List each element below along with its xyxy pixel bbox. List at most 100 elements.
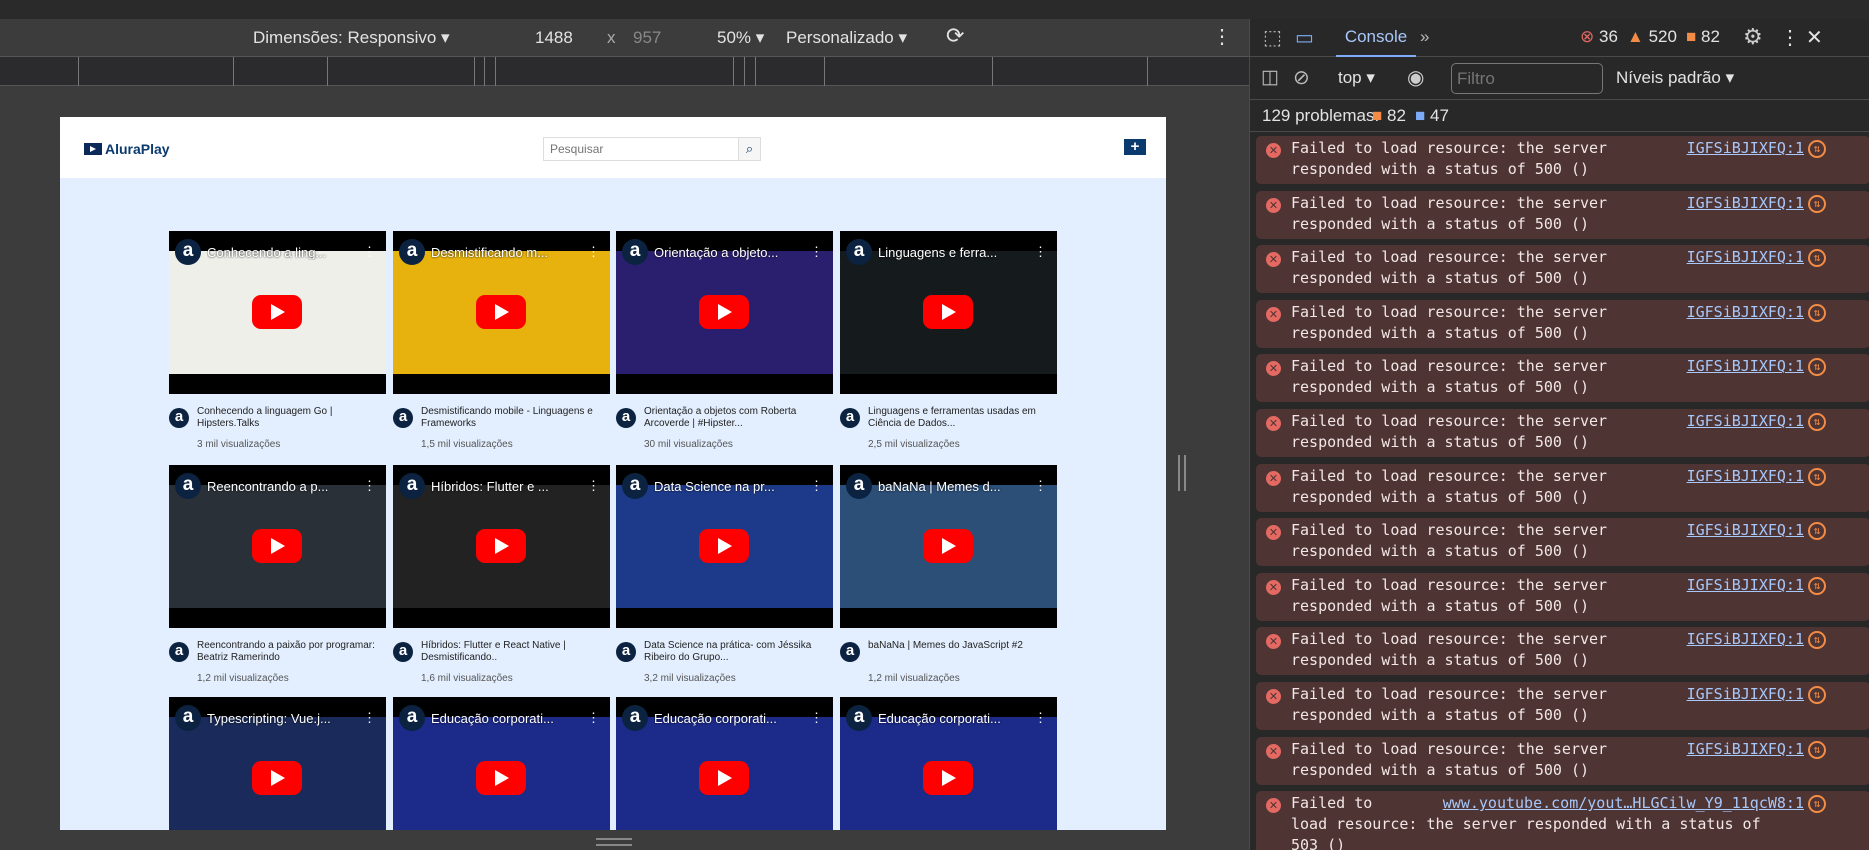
tab-console[interactable]: Console: [1336, 19, 1416, 57]
play-button-icon[interactable]: [923, 529, 973, 563]
more-vertical-icon[interactable]: ⋮: [810, 478, 827, 494]
media-query-ruler[interactable]: [0, 57, 1249, 86]
network-request-icon[interactable]: ⇅: [1808, 249, 1826, 268]
video-thumbnail[interactable]: a Híbridos: Flutter e ... ⋮: [393, 465, 610, 628]
network-request-icon[interactable]: ⇅: [1808, 303, 1826, 322]
video-title[interactable]: Orientação a objetos com Roberta Arcover…: [644, 406, 829, 430]
more-vertical-icon[interactable]: ⋮: [1212, 24, 1232, 49]
source-link[interactable]: www.youtube.com/yout…HLGCilw_Y9_11qcW8:1: [1443, 794, 1804, 812]
video-thumbnail[interactable]: a Educação corporati... ⋮: [393, 697, 610, 830]
network-request-icon[interactable]: ⇅: [1808, 194, 1826, 213]
resize-handle-right[interactable]: [1178, 455, 1186, 491]
network-request-icon[interactable]: ⇅: [1808, 740, 1826, 759]
video-thumbnail[interactable]: a Educação corporati... ⋮: [616, 697, 833, 830]
video-card[interactable]: a Educação corporati... ⋮: [616, 697, 833, 830]
play-button-icon[interactable]: [252, 529, 302, 563]
source-link[interactable]: IGFSiBJIXFQ:1: [1687, 685, 1804, 703]
video-title[interactable]: baNaNa | Memes do JavaScript #2: [868, 640, 1053, 664]
video-thumbnail[interactable]: a Orientação a objeto... ⋮: [616, 231, 833, 394]
issues-count[interactable]: ■ 82: [1686, 27, 1720, 47]
source-link[interactable]: IGFSiBJIXFQ:1: [1687, 576, 1804, 594]
search-input[interactable]: [544, 138, 738, 160]
more-vertical-icon[interactable]: ⋮: [587, 710, 604, 726]
video-card[interactable]: a Híbridos: Flutter e ... ⋮ a Híbridos: Flu…: [393, 465, 610, 684]
video-title[interactable]: Conhecendo a linguagem Go | Hipsters.Tal…: [197, 406, 382, 430]
video-card[interactable]: a Educação corporati... ⋮: [393, 697, 610, 830]
more-vertical-icon[interactable]: ⋮: [1034, 478, 1051, 494]
video-card[interactable]: a Educação corporati... ⋮: [840, 697, 1057, 830]
device-toggle-icon[interactable]: ▭: [1295, 25, 1314, 50]
video-thumbnail[interactable]: a Reencontrando a p... ⋮: [169, 465, 386, 628]
video-title[interactable]: Híbridos: Flutter e React Native | Desmi…: [421, 640, 606, 664]
network-request-icon[interactable]: ⇅: [1808, 467, 1826, 486]
video-card[interactable]: a Typescripting: Vue.j... ⋮: [169, 697, 386, 830]
more-tabs-icon[interactable]: »: [1420, 27, 1429, 47]
zoom-dropdown[interactable]: 50% ▾: [717, 28, 764, 48]
dimensions-dropdown[interactable]: Dimensões: Responsivo ▾: [253, 28, 450, 48]
filter-input[interactable]: [1451, 63, 1603, 94]
video-card[interactable]: a baNaNa | Memes d... ⋮ a baNaNa | Memes do…: [840, 465, 1057, 684]
settings-gear-icon[interactable]: ⚙: [1743, 24, 1763, 50]
more-vertical-icon[interactable]: ⋮: [1780, 25, 1800, 50]
more-vertical-icon[interactable]: ⋮: [810, 710, 827, 726]
problems-issues[interactable]: ■ 82: [1372, 106, 1406, 126]
height-input[interactable]: 957: [633, 28, 661, 48]
problems-bar[interactable]: 129 problemas: ■ 82 ■ 47: [1250, 100, 1869, 132]
add-video-icon[interactable]: +: [1124, 139, 1146, 155]
resize-handle-bottom[interactable]: [596, 838, 632, 846]
play-button-icon[interactable]: [923, 295, 973, 329]
context-dropdown[interactable]: top ▾: [1338, 68, 1375, 88]
more-vertical-icon[interactable]: ⋮: [363, 244, 380, 260]
warning-count[interactable]: ▲ 520: [1627, 27, 1677, 47]
play-button-icon[interactable]: [252, 295, 302, 329]
video-thumbnail[interactable]: a Desmistificando m... ⋮: [393, 231, 610, 394]
video-card[interactable]: a Orientação a objeto... ⋮ a Orientação a o…: [616, 231, 833, 450]
play-button-icon[interactable]: [923, 761, 973, 795]
network-request-icon[interactable]: ⇅: [1808, 576, 1826, 595]
more-vertical-icon[interactable]: ⋮: [1034, 244, 1051, 260]
error-count[interactable]: ⊗ 36: [1580, 27, 1618, 47]
video-title[interactable]: Reencontrando a paixão por programar: Be…: [197, 640, 382, 664]
play-button-icon[interactable]: [476, 529, 526, 563]
video-card[interactable]: a Conhecendo a ling... ⋮ a Conhecendo a lin…: [169, 231, 386, 450]
play-button-icon[interactable]: [699, 295, 749, 329]
more-vertical-icon[interactable]: ⋮: [587, 244, 604, 260]
video-thumbnail[interactable]: a Typescripting: Vue.j... ⋮: [169, 697, 386, 830]
source-link[interactable]: IGFSiBJIXFQ:1: [1687, 740, 1804, 758]
video-title[interactable]: Desmistificando mobile - Linguagens e Fr…: [421, 406, 606, 430]
rotate-icon[interactable]: ⟳: [946, 23, 964, 49]
more-vertical-icon[interactable]: ⋮: [1034, 710, 1051, 726]
video-title[interactable]: Data Science na prática- com Jéssika Rib…: [644, 640, 829, 664]
video-thumbnail[interactable]: a Linguagens e ferra... ⋮: [840, 231, 1057, 394]
network-request-icon[interactable]: ⇅: [1808, 358, 1826, 377]
more-vertical-icon[interactable]: ⋮: [363, 710, 380, 726]
network-request-icon[interactable]: ⇅: [1808, 631, 1826, 650]
source-link[interactable]: IGFSiBJIXFQ:1: [1687, 194, 1804, 212]
search-icon[interactable]: ⌕: [738, 138, 760, 160]
video-thumbnail[interactable]: a baNaNa | Memes d... ⋮: [840, 465, 1057, 628]
source-link[interactable]: IGFSiBJIXFQ:1: [1687, 521, 1804, 539]
sidebar-toggle-icon[interactable]: ◫: [1261, 66, 1279, 89]
play-button-icon[interactable]: [699, 761, 749, 795]
video-card[interactable]: a Linguagens e ferra... ⋮ a Linguagens e fe…: [840, 231, 1057, 450]
source-link[interactable]: IGFSiBJIXFQ:1: [1687, 303, 1804, 321]
network-request-icon[interactable]: ⇅: [1808, 522, 1826, 541]
video-thumbnail[interactable]: a Data Science na pr... ⋮: [616, 465, 833, 628]
source-link[interactable]: IGFSiBJIXFQ:1: [1687, 467, 1804, 485]
more-vertical-icon[interactable]: ⋮: [810, 244, 827, 260]
source-link[interactable]: IGFSiBJIXFQ:1: [1687, 139, 1804, 157]
source-link[interactable]: IGFSiBJIXFQ:1: [1687, 248, 1804, 266]
width-input[interactable]: 1488: [535, 28, 573, 48]
network-request-icon[interactable]: ⇅: [1808, 686, 1826, 704]
network-request-icon[interactable]: ⇅: [1808, 795, 1826, 814]
source-link[interactable]: IGFSiBJIXFQ:1: [1687, 630, 1804, 648]
eye-icon[interactable]: ◉: [1407, 65, 1424, 90]
inspect-element-icon[interactable]: ⬚: [1263, 25, 1282, 50]
levels-dropdown[interactable]: Níveis padrão ▾: [1616, 68, 1734, 88]
clear-console-icon[interactable]: ⊘: [1293, 65, 1310, 90]
video-card[interactable]: a Reencontrando a p... ⋮ a Reencontrando a …: [169, 465, 386, 684]
network-request-icon[interactable]: ⇅: [1808, 413, 1826, 431]
problems-info[interactable]: ■ 47: [1415, 106, 1449, 126]
video-thumbnail[interactable]: a Educação corporati... ⋮: [840, 697, 1057, 830]
play-button-icon[interactable]: [476, 761, 526, 795]
